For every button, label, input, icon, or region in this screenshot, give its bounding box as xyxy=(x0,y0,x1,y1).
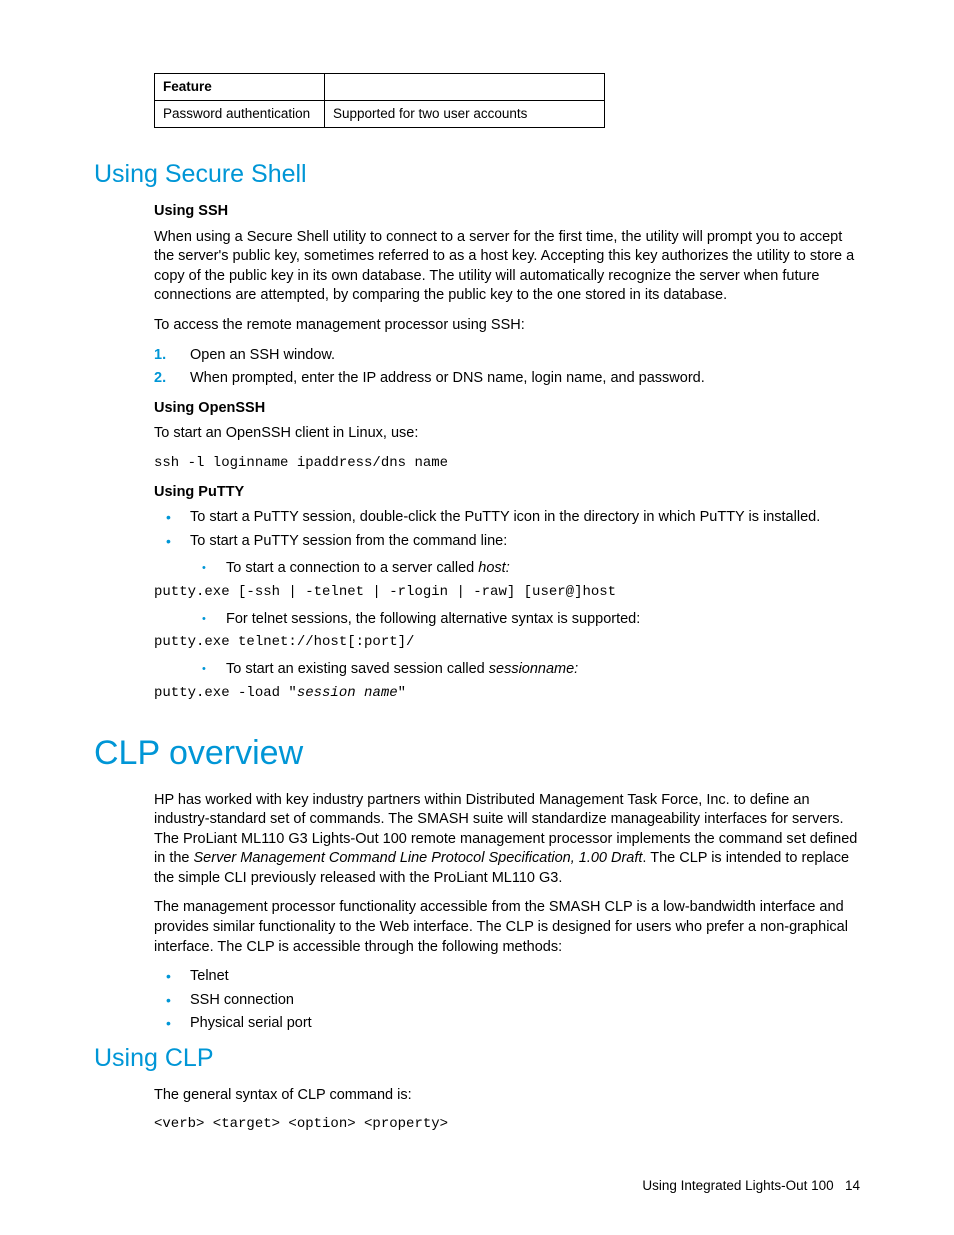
ssh-step-2-text: When prompted, enter the IP address or D… xyxy=(190,370,705,386)
table-cell-label: Password authentication xyxy=(155,101,325,128)
putty-sub-1-pre: To start a connection to a server called xyxy=(226,560,478,576)
putty-item-1: To start a PuTTY session, double-click t… xyxy=(154,508,860,528)
heading-clp-overview: CLP overview xyxy=(94,731,860,777)
table-header-feature: Feature xyxy=(155,74,325,101)
code-openssh: ssh -l loginname ipaddress/dns name xyxy=(154,454,860,473)
putty-item-2: To start a PuTTY session from the comman… xyxy=(154,532,860,552)
code-putty-2: putty.exe telnet://host[:port]/ xyxy=(154,633,860,652)
ssh-step-1-text: Open an SSH window. xyxy=(190,347,335,363)
putty-sub-1: To start a connection to a server called… xyxy=(154,559,860,579)
table-header-empty xyxy=(325,74,605,101)
heading-using-clp: Using CLP xyxy=(94,1042,860,1076)
code-putty-3: putty.exe -load "session name" xyxy=(154,684,860,703)
clp-methods-list: Telnet SSH connection Physical serial po… xyxy=(154,967,860,1034)
clp-method-telnet: Telnet xyxy=(154,967,860,987)
subheading-using-ssh: Using SSH xyxy=(154,202,860,222)
putty-sublist: To start a connection to a server called… xyxy=(154,559,860,579)
feature-table: Feature Password authentication Supporte… xyxy=(154,73,605,128)
clp-method-serial: Physical serial port xyxy=(154,1014,860,1034)
putty-sub-1-ital: host: xyxy=(478,560,509,576)
footer-page-number: 14 xyxy=(845,1178,860,1193)
para-clp-1: HP has worked with key industry partners… xyxy=(154,791,860,889)
putty-list: To start a PuTTY session, double-click t… xyxy=(154,508,860,551)
table-cell-value: Supported for two user accounts xyxy=(325,101,605,128)
para-openssh: To start an OpenSSH client in Linux, use… xyxy=(154,424,860,444)
ssh-step-2: 2.When prompted, enter the IP address or… xyxy=(154,369,860,389)
para-clp-syntax: The general syntax of CLP command is: xyxy=(154,1086,860,1106)
putty-sub-3-ital: sessionname: xyxy=(489,661,578,677)
subheading-using-openssh: Using OpenSSH xyxy=(154,399,860,419)
para-ssh-intro: When using a Secure Shell utility to con… xyxy=(154,228,860,306)
clp-method-ssh: SSH connection xyxy=(154,991,860,1011)
footer-text: Using Integrated Lights-Out 100 xyxy=(642,1178,833,1193)
heading-using-secure-shell: Using Secure Shell xyxy=(94,158,860,192)
subheading-using-putty: Using PuTTY xyxy=(154,483,860,503)
putty-sub-3: To start an existing saved session calle… xyxy=(154,660,860,680)
code-clp-syntax: <verb> <target> <option> <property> xyxy=(154,1115,860,1134)
para-clp-2: The management processor functionality a… xyxy=(154,898,860,957)
para-ssh-access: To access the remote management processo… xyxy=(154,316,860,336)
ssh-step-1: 1.Open an SSH window. xyxy=(154,346,860,366)
putty-sub-3-pre: To start an existing saved session calle… xyxy=(226,661,489,677)
code-putty-1: putty.exe [-ssh | -telnet | -rlogin | -r… xyxy=(154,583,860,602)
page-footer: Using Integrated Lights-Out 100 14 xyxy=(642,1177,860,1195)
putty-sub-2: For telnet sessions, the following alter… xyxy=(154,610,860,630)
ssh-steps-list: 1.Open an SSH window. 2.When prompted, e… xyxy=(154,346,860,389)
